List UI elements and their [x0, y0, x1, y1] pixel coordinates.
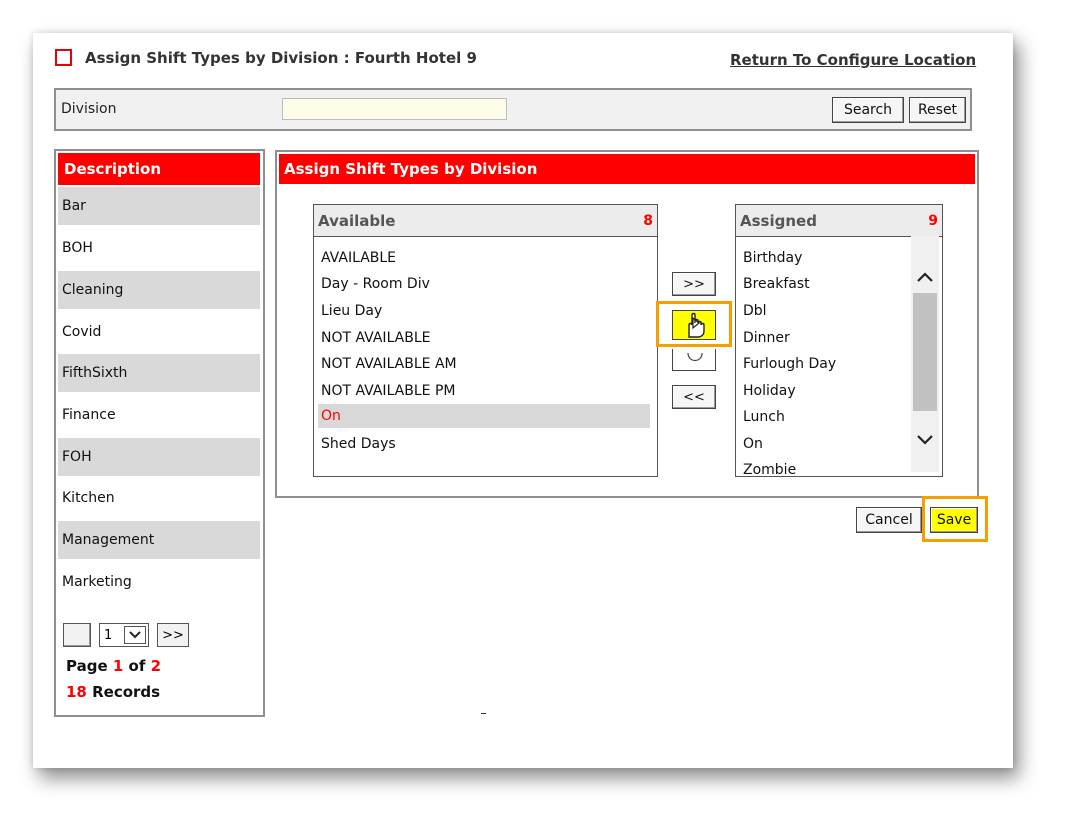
chevron-down-icon	[124, 626, 146, 644]
assign-panel-header: Assign Shift Types by Division	[279, 154, 975, 184]
assigned-item[interactable]: Birthday	[743, 250, 802, 266]
available-list[interactable]: Available 8 AVAILABLE Day - Room Div Lie…	[313, 204, 658, 477]
division-item-cleaning[interactable]: Cleaning	[58, 271, 260, 309]
assigned-item[interactable]: Holiday	[743, 383, 796, 399]
assigned-item[interactable]: Zombie	[743, 462, 796, 476]
available-item[interactable]: NOT AVAILABLE PM	[321, 383, 455, 399]
remove-all-button[interactable]: <<	[672, 385, 716, 409]
division-item-boh[interactable]: BOH	[58, 229, 260, 267]
available-item[interactable]: Shed Days	[321, 436, 396, 452]
of-word: of	[128, 657, 146, 675]
search-button[interactable]: Search	[832, 97, 904, 123]
assigned-item[interactable]: Dbl	[743, 303, 767, 319]
available-item[interactable]: NOT AVAILABLE	[321, 330, 431, 346]
hand-pointer-icon	[688, 312, 705, 338]
return-to-configure-location-link[interactable]: Return To Configure Location	[730, 51, 976, 69]
division-item-fifthsixth[interactable]: FifthSixth	[58, 354, 260, 392]
divider	[481, 713, 486, 714]
page-word: Page	[66, 657, 108, 675]
records-count: 18 Records	[66, 683, 160, 701]
add-selected-button[interactable]	[672, 310, 716, 340]
save-button[interactable]: Save	[930, 507, 978, 533]
assigned-item[interactable]: Furlough Day	[743, 356, 836, 372]
chevron-up-icon[interactable]	[916, 268, 934, 287]
division-item-bar[interactable]: Bar	[58, 187, 260, 225]
assigned-title: Assigned	[740, 211, 817, 230]
cancel-button[interactable]: Cancel	[856, 507, 922, 533]
assigned-item[interactable]: Dinner	[743, 330, 790, 346]
page-total: 2	[150, 657, 162, 675]
assigned-item[interactable]: Lunch	[743, 409, 785, 425]
page-select-value: 1	[104, 627, 113, 643]
assigned-item[interactable]: On	[743, 436, 763, 452]
add-all-button[interactable]: >>	[672, 272, 716, 296]
records-number: 18	[66, 683, 87, 701]
division-label: Division	[61, 101, 117, 117]
records-word: Records	[92, 683, 161, 701]
division-item-foh[interactable]: FOH	[58, 438, 260, 476]
assigned-list-header: Assigned 9	[736, 205, 942, 237]
division-search-input[interactable]	[282, 98, 507, 120]
reset-button[interactable]: Reset	[909, 97, 966, 123]
available-item[interactable]: AVAILABLE	[321, 250, 396, 266]
division-item-covid[interactable]: Covid	[58, 313, 260, 351]
available-count: 8	[643, 212, 653, 229]
assigned-item[interactable]: Breakfast	[743, 276, 810, 292]
division-item-management[interactable]: Management	[58, 521, 260, 559]
title-marker-icon	[55, 49, 72, 66]
available-item[interactable]: Day - Room Div	[321, 276, 430, 292]
available-title: Available	[318, 211, 396, 230]
page-select[interactable]: 1	[99, 623, 149, 647]
pager-previous-button[interactable]	[63, 623, 91, 647]
assigned-scroll-thumb[interactable]	[913, 293, 937, 411]
remove-selected-button[interactable]	[672, 349, 716, 371]
available-list-header: Available 8	[314, 205, 657, 237]
division-item-finance[interactable]: Finance	[58, 396, 260, 434]
page-title: Assign Shift Types by Division : Fourth …	[85, 49, 477, 67]
pager-next-button[interactable]: >>	[157, 623, 189, 647]
division-item-kitchen[interactable]: Kitchen	[58, 479, 260, 517]
assigned-count: 9	[928, 212, 938, 229]
division-item-marketing[interactable]: Marketing	[58, 563, 260, 601]
description-column-header: Description	[58, 153, 260, 185]
available-item-selected[interactable]: On	[318, 404, 650, 428]
page-canvas: Assign Shift Types by Division : Fourth …	[33, 33, 1013, 768]
page-current: 1	[112, 657, 124, 675]
available-item[interactable]: Lieu Day	[321, 303, 382, 319]
chevron-down-icon[interactable]	[916, 431, 934, 450]
page-indicator: Page 1 of 2	[66, 657, 161, 675]
available-item[interactable]: NOT AVAILABLE AM	[321, 356, 457, 372]
